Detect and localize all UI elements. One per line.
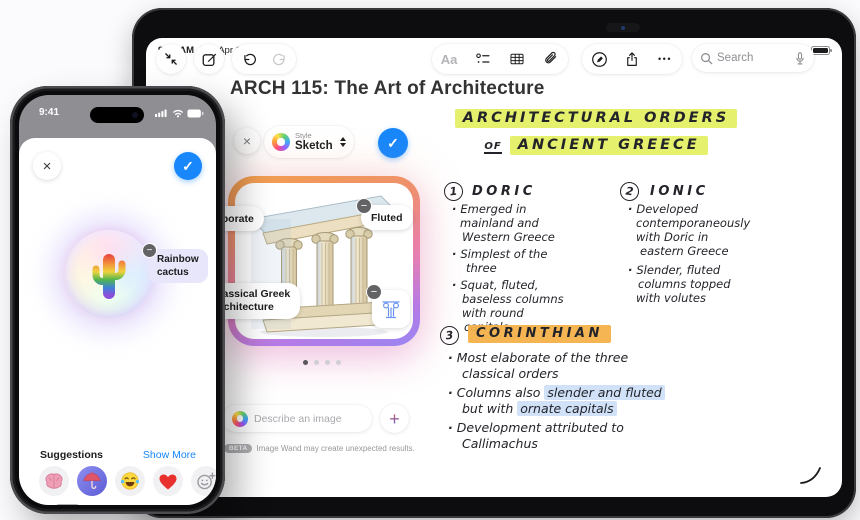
notes-heading-1: ARCHITECTURAL ORDERS (441, 109, 751, 128)
attachment-button[interactable] (534, 44, 568, 74)
page-dot-4[interactable] (336, 360, 341, 365)
minus-icon: − (370, 286, 378, 298)
undo-icon (243, 53, 256, 65)
iphone-clock: 9:41 (39, 107, 60, 118)
ionic-number: 2 (618, 180, 641, 203)
plus-icon: + (389, 408, 400, 429)
capital-sketch-icon (382, 301, 400, 319)
stage: 9:41 AMTue Apr 1 100% Aa (0, 0, 860, 520)
check-icon: ✓ (182, 157, 194, 174)
actions-group: ••• (582, 44, 682, 74)
apple-intelligence-icon (232, 410, 248, 427)
umbrella-emoji[interactable] (77, 466, 107, 496)
chip-fluted-remove-button[interactable]: − (356, 198, 372, 214)
suggestion-emoji-row (39, 466, 216, 496)
ipad-front-camera (606, 23, 640, 32)
apple-intelligence-icon (272, 133, 290, 151)
suggestions-label: Suggestions (40, 449, 104, 461)
undo-redo-group (232, 44, 296, 74)
signal-icon (155, 109, 167, 118)
battery-icon (811, 45, 832, 55)
text-format-button[interactable]: Aa (432, 44, 466, 74)
genmoji-accept-button[interactable]: ✓ (174, 152, 202, 180)
heart-emoji[interactable] (153, 466, 183, 496)
table-icon (510, 53, 524, 65)
minus-icon: − (146, 245, 153, 256)
style-label: Style (295, 131, 312, 140)
collapse-icon (165, 53, 177, 65)
genmoji-prompt-chip[interactable]: Rainbow cactus (148, 249, 208, 283)
ipad-screen: 9:41 AMTue Apr 1 100% Aa (146, 38, 842, 497)
search-icon (701, 52, 713, 64)
share-button[interactable] (616, 44, 649, 74)
beta-badge: BETA (55, 504, 81, 505)
doric-number: 1 (443, 181, 464, 202)
doric-title: DORIC (472, 184, 536, 199)
close-icon: × (242, 133, 252, 149)
page-dots (303, 360, 341, 365)
dynamic-island (90, 107, 144, 123)
ionic-title: IONIC (650, 184, 709, 199)
more-button[interactable]: ••• (649, 44, 682, 74)
close-icon: × (42, 157, 52, 175)
image-prompt-input[interactable] (254, 412, 359, 425)
more-icon: ••• (658, 54, 672, 64)
show-more-link[interactable]: Show More (143, 449, 196, 461)
notes-heading-2: OF ANCIENT GREECE (441, 136, 751, 155)
search-input[interactable] (717, 52, 787, 64)
reference-image-remove-button[interactable]: − (366, 284, 382, 300)
ionic-bullets: Developed contemporaneously with Doric i… (628, 202, 750, 305)
markup-icon (591, 51, 607, 67)
attachment-icon (545, 51, 557, 64)
note-title: ARCH 115: The Art of Architecture (230, 78, 545, 99)
collapse-button[interactable] (156, 44, 186, 74)
image-wand-accept-button[interactable]: ✓ (378, 128, 408, 158)
mic-icon[interactable] (794, 51, 806, 66)
add-emoji-button[interactable] (191, 466, 216, 496)
beta-badge: BETA (224, 444, 253, 453)
genmoji-disclaimer: BETA Genmoji may create unexpected resul… (55, 504, 209, 505)
undo-button[interactable] (236, 44, 262, 74)
doric-bullets: Emerged in mainland and Western Greece S… (452, 202, 564, 334)
table-button[interactable] (500, 44, 534, 74)
compose-button[interactable] (194, 44, 224, 74)
iphone-screen: 9:41 × ✓ − Rainbow cactus Suggestions Sh… (19, 95, 216, 505)
image-wand-close-button[interactable]: × (234, 128, 260, 154)
add-prompt-button[interactable]: + (380, 404, 409, 433)
corinthian-bullets: Most elaborate of the three classical or… (448, 350, 665, 452)
redo-button[interactable] (266, 44, 292, 74)
search-field[interactable] (692, 44, 814, 72)
image-wand-prompt-field[interactable] (222, 405, 372, 432)
redo-icon (272, 53, 285, 65)
wifi-icon (173, 110, 183, 118)
genmoji-sheet: × ✓ − Rainbow cactus Suggestions Show Mo… (19, 138, 216, 505)
pen-stroke (800, 467, 821, 484)
checklist-button[interactable] (466, 44, 500, 74)
share-icon (627, 51, 637, 66)
style-selector[interactable]: Style Sketch (264, 126, 354, 158)
corinthian-title: CORINTHIAN (468, 325, 611, 343)
rainbow-cactus-emoji (92, 254, 126, 299)
style-value: Sketch (295, 140, 333, 152)
checklist-icon (476, 53, 490, 63)
laughing-tears-emoji[interactable] (115, 466, 145, 496)
compose-icon (202, 53, 216, 66)
markup-button[interactable] (583, 44, 616, 74)
battery-icon (187, 108, 204, 118)
page-dot-3[interactable] (325, 360, 330, 365)
chevron-up-down-icon (340, 137, 346, 147)
genmoji-close-button[interactable]: × (33, 152, 61, 180)
format-tools-group: Aa (432, 44, 568, 74)
page-dot-2[interactable] (314, 360, 319, 365)
brain-emoji[interactable] (39, 466, 69, 496)
minus-icon: − (360, 200, 368, 212)
text-format-icon: Aa (440, 51, 458, 67)
check-icon: ✓ (387, 134, 399, 151)
genmoji-chip-remove-button[interactable]: − (142, 243, 157, 258)
page-dot-1[interactable] (303, 360, 308, 365)
image-wand-disclaimer: BETA Image Wand may create unexpected re… (224, 444, 415, 453)
genmoji-preview-bubble (65, 230, 153, 318)
